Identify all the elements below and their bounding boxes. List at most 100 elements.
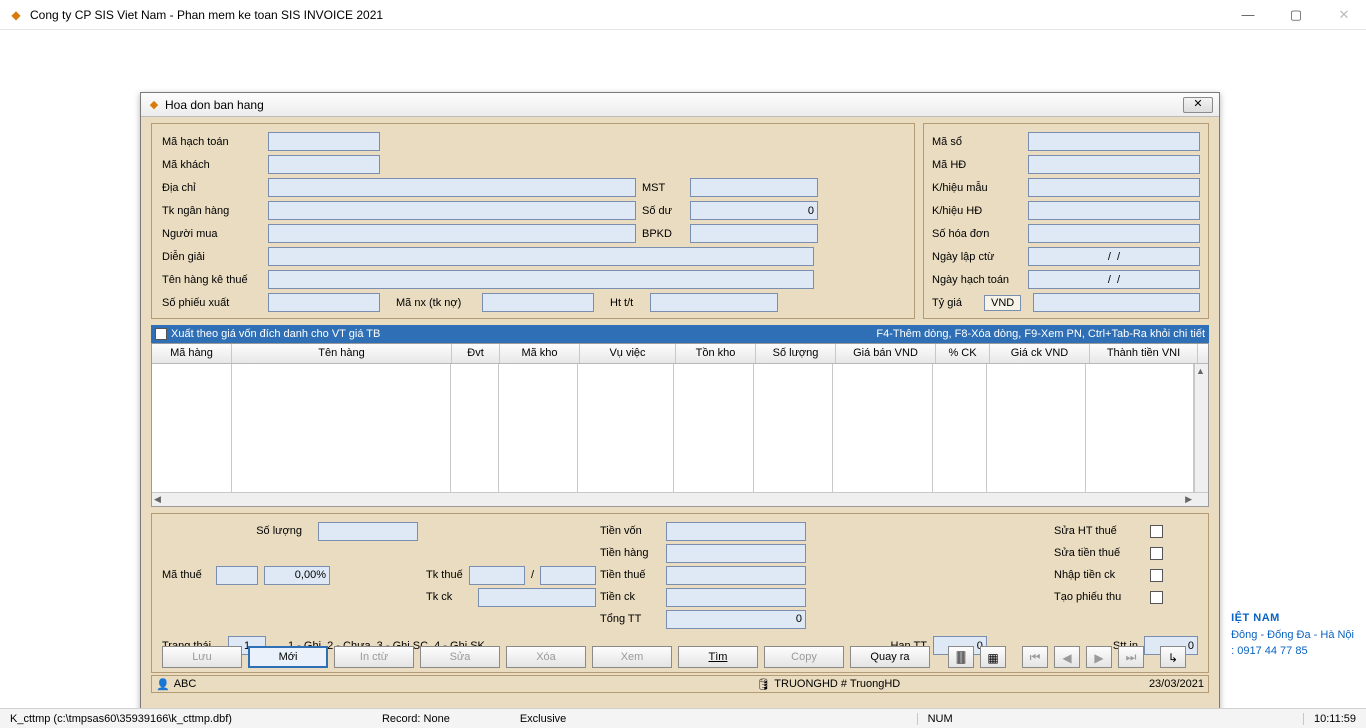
tk-thue-field-b[interactable]: [540, 566, 596, 585]
grid-col-body[interactable]: [451, 364, 499, 492]
grid-col-header[interactable]: Tên hàng: [232, 344, 452, 363]
sua-button[interactable]: Sửa: [420, 646, 500, 668]
grid-col-body[interactable]: [987, 364, 1087, 492]
grid-vertical-scrollbar[interactable]: [1194, 364, 1208, 492]
label-ma-so: Mã sổ: [932, 136, 1022, 148]
tool-grid-button[interactable]: ▦: [980, 646, 1006, 668]
nav-last-button[interactable]: ⏭: [1118, 646, 1144, 668]
so-phieu-xuat-field[interactable]: [268, 293, 380, 312]
quayra-button[interactable]: Quay ra: [850, 646, 930, 668]
tien-hang-field[interactable]: [666, 544, 806, 563]
label-tien-ck: Tiền ck: [600, 591, 660, 603]
grid-header: Mã hàngTên hàngĐvtMã khoVụ việcTồn khoSố…: [152, 344, 1208, 364]
grid-col-header[interactable]: Mã kho: [500, 344, 580, 363]
label-nhap-tien-ck: Nhập tiền ck: [1054, 569, 1144, 581]
nav-first-button[interactable]: ⏮: [1022, 646, 1048, 668]
luu-button[interactable]: Lưu: [162, 646, 242, 668]
grid-col-body[interactable]: [833, 364, 933, 492]
tim-button[interactable]: Tìm: [678, 646, 758, 668]
ma-hach-toan-field[interactable]: [268, 132, 380, 151]
copy-button[interactable]: Copy: [764, 646, 844, 668]
ma-nx-field[interactable]: [482, 293, 594, 312]
grid-col-body[interactable]: [754, 364, 834, 492]
grid-col-body[interactable]: [499, 364, 579, 492]
grid-col-header[interactable]: Vụ việc: [580, 344, 676, 363]
tk-ck-field[interactable]: [478, 588, 596, 607]
abc-label: ABC: [174, 678, 197, 690]
tien-von-field[interactable]: [666, 522, 806, 541]
so-luong-field[interactable]: [318, 522, 418, 541]
workspace: IỆT NAM Đông - Đống Đa - Hà Nội : 0917 4…: [0, 30, 1366, 708]
grid-col-body[interactable]: [933, 364, 987, 492]
sua-ht-thue-checkbox[interactable]: [1150, 525, 1163, 538]
ngay-lap-ctu-field[interactable]: [1028, 247, 1200, 266]
tien-thue-field[interactable]: [666, 566, 806, 585]
grid-col-body[interactable]: [674, 364, 754, 492]
maximize-button[interactable]: ▢: [1282, 7, 1310, 23]
dia-chi-field[interactable]: [268, 178, 636, 197]
status-num: NUM: [917, 713, 963, 725]
sua-tien-thue-checkbox[interactable]: [1150, 547, 1163, 560]
currency-badge[interactable]: VND: [984, 295, 1021, 311]
grid-col-header[interactable]: Giá ck VND: [990, 344, 1090, 363]
tien-ck-field[interactable]: [666, 588, 806, 607]
khieu-hd-field[interactable]: [1028, 201, 1200, 220]
ma-so-field[interactable]: [1028, 132, 1200, 151]
grid-body[interactable]: [152, 364, 1194, 492]
ht-tt-field[interactable]: [650, 293, 778, 312]
dialog-close-button[interactable]: ✕: [1183, 97, 1213, 113]
footer-date: 23/03/2021: [1149, 678, 1204, 690]
ma-thue-pct-field[interactable]: [264, 566, 330, 585]
nguoi-mua-field[interactable]: [268, 224, 636, 243]
mst-field[interactable]: [690, 178, 818, 197]
xem-button[interactable]: Xem: [592, 646, 672, 668]
app-titlebar: ◆ Cong ty CP SIS Viet Nam - Phan mem ke …: [0, 0, 1366, 30]
ty-gia-field[interactable]: [1033, 293, 1200, 312]
ten-hang-ke-thue-field[interactable]: [268, 270, 814, 289]
ngay-hach-toan-field[interactable]: [1028, 270, 1200, 289]
grid-col-body[interactable]: [1086, 364, 1194, 492]
ma-khach-field[interactable]: [268, 155, 380, 174]
so-du-field[interactable]: [690, 201, 818, 220]
label-sua-ht-thue: Sửa HT thuế: [1054, 525, 1144, 537]
bpkd-field[interactable]: [690, 224, 818, 243]
grid-col-header[interactable]: % CK: [936, 344, 990, 363]
nhap-tien-ck-checkbox[interactable]: [1150, 569, 1163, 582]
label-tien-hang: Tiền hàng: [600, 547, 660, 559]
moi-button[interactable]: Mới: [248, 646, 328, 668]
close-button[interactable]: ✕: [1330, 7, 1358, 23]
tao-phieu-thu-checkbox[interactable]: [1150, 591, 1163, 604]
nav-prev-button[interactable]: ◀: [1054, 646, 1080, 668]
tool-filter-button[interactable]: 🀫: [948, 646, 974, 668]
ma-thue-field[interactable]: [216, 566, 258, 585]
grid-col-body[interactable]: [232, 364, 451, 492]
so-hoa-don-field[interactable]: [1028, 224, 1200, 243]
grid-col-header[interactable]: Đvt: [452, 344, 500, 363]
label-tao-phieu-thu: Tạo phiếu thu: [1054, 591, 1144, 603]
ma-hd-field[interactable]: [1028, 155, 1200, 174]
inctu-button[interactable]: In ctừ: [334, 646, 414, 668]
grid-col-body[interactable]: [152, 364, 232, 492]
label-tk-ck: Tk ck: [426, 591, 472, 603]
grid-col-header[interactable]: Thành tiền VNI: [1090, 344, 1198, 363]
grid-col-header[interactable]: Tồn kho: [676, 344, 756, 363]
label-so-hoa-don: Số hóa đơn: [932, 228, 1022, 240]
tk-thue-field-a[interactable]: [469, 566, 525, 585]
minimize-button[interactable]: —: [1234, 7, 1262, 23]
tk-ngan-hang-field[interactable]: [268, 201, 636, 220]
grid-horizontal-scrollbar[interactable]: [152, 492, 1208, 506]
khieu-mau-field[interactable]: [1028, 178, 1200, 197]
nav-next-button[interactable]: ▶: [1086, 646, 1112, 668]
grid-col-header[interactable]: Giá bán VND: [836, 344, 936, 363]
grid-col-header[interactable]: Số lượng: [756, 344, 836, 363]
tong-tt-field[interactable]: [666, 610, 806, 629]
items-grid[interactable]: Mã hàngTên hàngĐvtMã khoVụ việcTồn khoSố…: [151, 343, 1209, 507]
label-ten-hang-ke-thue: Tên hàng kê thuế: [162, 274, 262, 286]
grid-col-header[interactable]: Mã hàng: [152, 344, 232, 363]
export-cost-checkbox[interactable]: [155, 328, 167, 340]
grid-col-body[interactable]: [578, 364, 674, 492]
xoa-button[interactable]: Xóa: [506, 646, 586, 668]
user-info: TRUONGHD # TruongHD: [774, 678, 900, 690]
dien-giai-field[interactable]: [268, 247, 814, 266]
export-button[interactable]: ↳: [1160, 646, 1186, 668]
